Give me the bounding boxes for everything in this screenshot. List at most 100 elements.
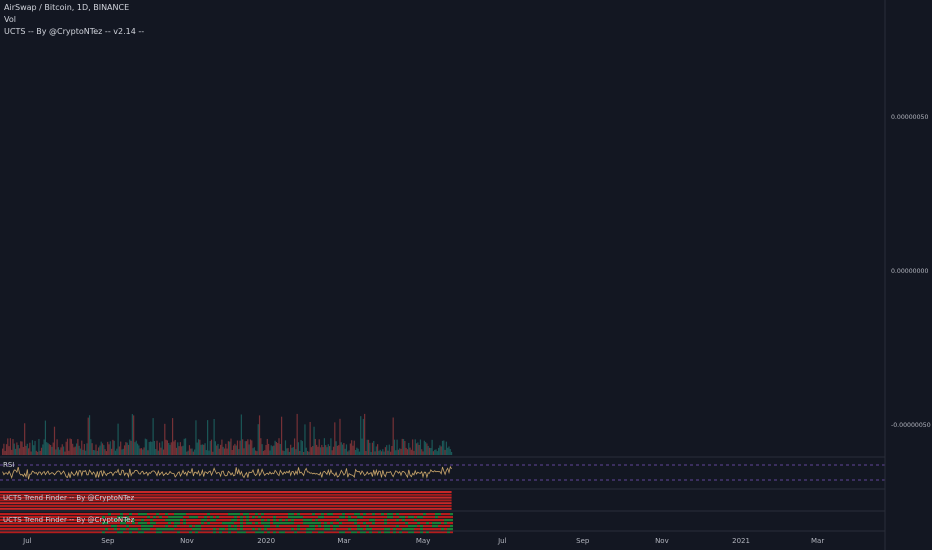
trend-cell-2 [306, 525, 309, 528]
trend-cell-2 [138, 519, 141, 522]
volume-bar [157, 450, 159, 455]
trend-cell-2 [264, 513, 267, 516]
volume-bar [326, 447, 328, 455]
trend-cell-2 [315, 528, 318, 531]
trend-cell-2 [159, 525, 162, 528]
trend-cell-2 [420, 525, 423, 528]
volume-bar [245, 441, 248, 455]
rsi-label[interactable]: RSI [3, 461, 14, 469]
volume-bar [304, 424, 306, 455]
trend-cell-2 [192, 522, 195, 525]
trend-finder-label-2[interactable]: UCTS Trend Finder -- By @CryptoNTez [3, 516, 134, 524]
volume-bar [256, 451, 258, 455]
chart-legend-title[interactable]: AirSwap / Bitcoin, 1D, BINANCE [4, 3, 129, 12]
trend-cell-2 [126, 528, 129, 531]
trend-cell-2 [378, 522, 381, 525]
volume-bar [20, 441, 22, 455]
trend-cell-2 [81, 528, 84, 531]
trend-cell-2 [429, 519, 432, 522]
trend-cell-2 [240, 519, 243, 522]
trend-cell-2 [219, 519, 222, 522]
trend-cell-2 [165, 519, 168, 522]
trend-cell-2 [360, 522, 363, 525]
volume-bar [269, 450, 271, 455]
volume-bar [177, 442, 179, 455]
trend-cell-2 [342, 519, 345, 522]
trend-cell-2 [186, 522, 189, 525]
trend-cell-2 [375, 516, 378, 519]
volume-bar [12, 439, 14, 455]
price-chart[interactable]: 0.00000181 (99.26%) 181 SellSellSellSell… [0, 0, 932, 550]
trend-cell-2 [336, 519, 339, 522]
trend-cell-2 [429, 516, 432, 519]
trend-cell-2 [201, 522, 204, 525]
trend-cell-2 [339, 513, 342, 516]
trend-cell-2 [261, 522, 264, 525]
trend-cell-2 [141, 525, 144, 528]
trend-cell-2 [378, 528, 381, 531]
volume-bar [139, 448, 141, 455]
volume-bar [221, 439, 223, 455]
trend-cell-2 [414, 522, 417, 525]
volume-bar [405, 447, 407, 455]
trend-cell-2 [402, 516, 405, 519]
trend-cell-2 [345, 522, 348, 525]
trend-cell-2 [435, 525, 438, 528]
volume-bar [152, 418, 154, 455]
trend-cell-2 [438, 525, 441, 528]
volume-bar [27, 448, 30, 455]
volume-legend[interactable]: Vol [4, 15, 16, 24]
trend-cell-2 [372, 528, 375, 531]
trend-cell-2 [198, 528, 201, 531]
trend-cell-2 [258, 519, 261, 522]
volume-bar [284, 440, 287, 455]
volume-bar [212, 451, 214, 455]
trend-finder-label-1[interactable]: UCTS Trend Finder -- By @CryptoNTez [3, 494, 134, 502]
trend-cell-2 [231, 522, 234, 525]
trend-cell-2 [54, 513, 57, 516]
trend-cell-2 [261, 519, 264, 522]
volume-bar [301, 441, 303, 455]
trend-cell-2 [210, 519, 213, 522]
volume-bar [413, 450, 415, 455]
trend-cell-2 [96, 528, 99, 531]
trend-cell-2 [330, 525, 333, 528]
trend-cell-2 [156, 516, 159, 519]
volume-bar [121, 449, 123, 455]
volume-bar [217, 443, 219, 455]
trend-cell-2 [438, 519, 441, 522]
trend-cell-2 [60, 513, 63, 516]
trend-cell-2 [72, 513, 75, 516]
trend-cell-2 [210, 513, 213, 516]
trend-cell-2 [276, 516, 279, 519]
trend-cell-2 [306, 516, 309, 519]
trend-cell-2 [309, 522, 312, 525]
trend-cell-2 [369, 528, 372, 531]
volume-bar [101, 443, 104, 455]
trend-cell-2 [90, 528, 93, 531]
trend-cell-2 [186, 516, 189, 519]
trend-cell-2 [432, 525, 435, 528]
trend-cell-2 [102, 513, 105, 516]
trend-cell-2 [441, 522, 444, 525]
volume-bar [373, 440, 375, 455]
trend-cell-2 [267, 525, 270, 528]
trend-cell-2 [363, 519, 366, 522]
trend-cell-2 [342, 525, 345, 528]
trend-cell-2 [315, 513, 318, 516]
trend-cell-2 [99, 513, 102, 516]
volume-bar [1, 448, 4, 455]
trend-cell-2 [315, 522, 318, 525]
trend-cell-2 [186, 528, 189, 531]
volume-bar [386, 445, 388, 455]
trend-cell-2 [390, 522, 393, 525]
volume-bar [443, 440, 445, 455]
trend-cell-2 [111, 513, 114, 516]
trend-cell-2 [177, 525, 180, 528]
volume-bar [125, 442, 127, 455]
indicator-legend[interactable]: UCTS -- By @CryptoNTez -- v2.14 -- [4, 27, 144, 36]
volume-bar [430, 448, 432, 455]
trend-row-1 [0, 507, 452, 510]
volume-bar [113, 440, 115, 455]
trend-cell-2 [102, 525, 105, 528]
